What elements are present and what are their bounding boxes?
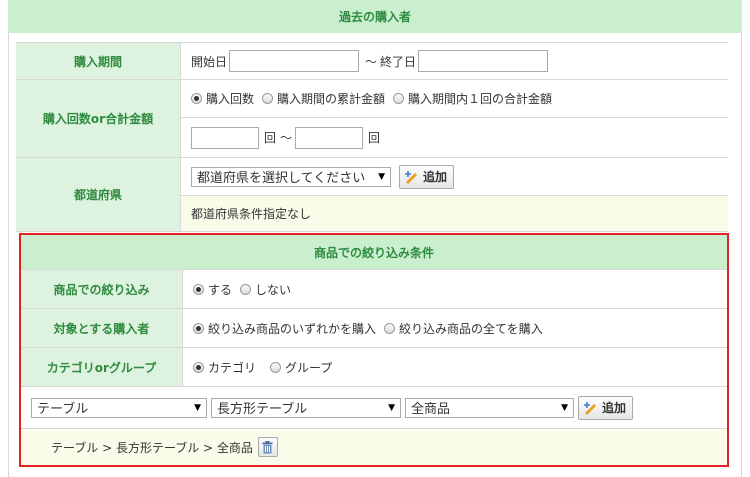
row-purchase-period: 購入期間 開始日 ～ 終了日 [16,42,728,80]
category-group-value: カテゴリ グループ [183,348,727,386]
purchase-count-range: 回 ～ 回 [181,118,728,157]
radio-label: 絞り込み商品の全てを購入 [399,321,543,336]
form-page: 過去の購入者 購入期間 開始日 ～ 終了日 購入回数or合計金額 購入回数 購入… [0,0,750,477]
row-product-filter: 商品での絞り込み する しない [21,270,727,309]
radio-dot[interactable] [270,361,282,373]
category-group-label: カテゴリorグループ [21,348,183,386]
period-tilde: ～ [365,54,378,69]
start-date-input[interactable] [229,50,360,72]
dropdown-arrow-icon: ▼ [388,402,395,413]
radio-label: カテゴリ [208,360,257,375]
radio-dot[interactable] [193,322,204,334]
dropdown-arrow-icon: ▼ [194,402,201,413]
selected-product-path: テーブル > 長方形テーブル > 全商品 [51,440,253,455]
target-buyer-value: 絞り込み商品のいずれかを購入 絞り込み商品の全てを購入 [183,309,727,347]
section-header: 過去の購入者 [8,0,742,33]
radio-dot[interactable] [240,283,252,295]
radio-buyer-any[interactable]: 絞り込み商品のいずれかを購入 [193,320,376,337]
dropdown-arrow-icon: ▼ [378,171,385,182]
prefecture-note: 都道府県条件指定なし [181,196,728,231]
purchase-period-label: 購入期間 [16,43,181,79]
prefecture-controls: 都道府県を選択してください ▼ 追加 [181,158,728,196]
trash-glyph [262,440,273,453]
radio-cumulative-amount[interactable]: 購入期間の累計金額 [262,90,385,107]
add-pencil-icon [584,401,596,415]
row-prefecture: 都道府県 都道府県を選択してください ▼ 追加 都道府県条件指定なし [16,158,728,232]
prefecture-label: 都道府県 [16,158,181,231]
radio-dot[interactable] [393,93,405,104]
purchase-count-value: 購入回数 購入期間の累計金額 購入期間内１回の合計金額 回 ～ 回 [181,80,728,157]
radio-dot[interactable] [193,361,204,373]
row-selected-product: テーブル > 長方形テーブル > 全商品 [21,429,727,465]
radio-dot[interactable] [262,93,274,104]
product-filter-title: 商品での絞り込み条件 [313,245,434,260]
radio-purchase-count[interactable]: 購入回数 [191,90,254,107]
product-select[interactable]: 全商品 ▼ [405,397,574,418]
prefecture-value: 都道府県を選択してください ▼ 追加 都道府県条件指定なし [181,158,728,231]
count-unit-to: 回 [368,131,381,145]
prefecture-note-text: 都道府県条件指定なし [191,207,312,221]
category-select-1[interactable]: テーブル ▼ [31,397,207,418]
prefecture-select[interactable]: 都道府県を選択してください ▼ [191,166,391,187]
end-date-input[interactable] [418,50,549,72]
count-to-input[interactable] [295,126,364,149]
radio-dot[interactable] [193,283,204,295]
row-target-buyer: 対象とする購入者 絞り込み商品のいずれかを購入 絞り込み商品の全てを購入 [21,309,727,348]
purchase-count-options: 購入回数 購入期間の累計金額 購入期間内１回の合計金額 [181,80,728,118]
radio-label: 購入期間の累計金額 [277,92,386,106]
add-pencil-icon [405,170,417,184]
product-filter-header: 商品での絞り込み条件 [21,235,727,270]
radio-filter-yes[interactable]: する [193,281,232,298]
row-product-selects: テーブル ▼ 長方形テーブル ▼ 全商品 ▼ 追加 [21,387,727,429]
radio-buyer-all[interactable]: 絞り込み商品の全てを購入 [384,320,543,337]
product-filter-label: 商品での絞り込み [21,270,183,308]
row-purchase-count: 購入回数or合計金額 購入回数 購入期間の累計金額 購入期間内１回の合計金額 回… [16,80,728,158]
product-filter-value: する しない [183,270,727,308]
trash-icon[interactable] [257,437,278,457]
radio-filter-no[interactable]: しない [240,281,291,298]
count-tilde: ～ [280,131,293,145]
radio-label: グループ [285,360,333,375]
radio-dot[interactable] [191,93,202,104]
category-select-1-value: テーブル [37,402,89,417]
radio-label: 絞り込み商品のいずれかを購入 [208,321,377,336]
radio-category[interactable]: カテゴリ [193,359,256,376]
category-select-2-value: 長方形テーブル [217,402,308,417]
dropdown-arrow-icon: ▼ [561,402,568,413]
category-select-2[interactable]: 長方形テーブル ▼ [211,397,401,418]
radio-single-amount[interactable]: 購入期間内１回の合計金額 [393,90,552,107]
product-select-value: 全商品 [411,402,451,417]
radio-label: しない [255,282,292,297]
target-buyer-label: 対象とする購入者 [21,309,183,347]
count-from-input[interactable] [191,126,259,149]
radio-label: する [208,282,233,297]
section-title: 過去の購入者 [338,10,411,24]
prefecture-select-value: 都道府県を選択してください [197,171,366,186]
add-button-label: 追加 [423,170,448,184]
radio-dot[interactable] [384,322,396,334]
radio-group[interactable]: グループ [270,359,332,376]
product-add-button[interactable]: 追加 [578,395,634,420]
add-button-label: 追加 [602,401,627,415]
radio-label: 購入回数 [206,92,255,106]
row-category-group: カテゴリorグループ カテゴリ グループ [21,348,727,387]
end-date-label: 終了日 [380,54,417,69]
purchase-count-label: 購入回数or合計金額 [16,80,181,157]
prefecture-add-button[interactable]: 追加 [399,164,455,189]
start-date-label: 開始日 [191,54,228,69]
purchase-period-value: 開始日 ～ 終了日 [181,43,728,79]
count-unit-from: 回 [264,131,277,145]
radio-label: 購入期間内１回の合計金額 [408,92,553,106]
